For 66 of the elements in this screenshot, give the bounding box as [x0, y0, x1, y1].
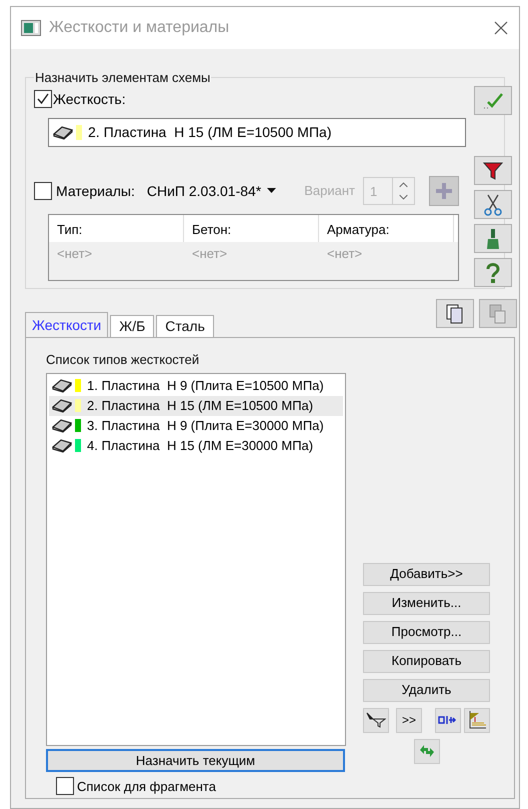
action-button[interactable]: Просмотр... [363, 620, 490, 644]
stiffness-value: 2. Пластина Н 15 (ЛМ Е=10500 МПа) [88, 123, 332, 142]
scissors-icon [483, 194, 503, 216]
filter-button[interactable] [474, 156, 512, 185]
variant-label: Вариант [304, 182, 356, 200]
select-filter-button[interactable] [363, 708, 389, 732]
checkmark-icon [482, 92, 504, 110]
action-button[interactable]: Изменить... [363, 592, 490, 614]
stiffness-label: Жесткость: [53, 90, 126, 108]
documents-icon [489, 304, 507, 324]
forward-button[interactable]: >> [396, 708, 422, 732]
column-header: Тип: [49, 215, 184, 242]
spacing-button[interactable] [435, 708, 461, 732]
table-cell-text: <нет> [191, 245, 228, 263]
stiffness-field[interactable]: 2. Пластина Н 15 (ЛМ Е=10500 МПа) [48, 118, 466, 147]
cut-button[interactable] [474, 190, 512, 219]
column-header: Бетон: [184, 215, 319, 242]
arrows-icon [418, 743, 436, 759]
item-label: 2. Пластина Н 15 (ЛМ Е=10500 МПа) [87, 396, 314, 415]
funnel-icon [483, 160, 503, 180]
tab[interactable]: Жесткости [25, 312, 108, 338]
documents-icon [446, 304, 464, 324]
help-button[interactable] [474, 258, 512, 287]
checkbox[interactable] [56, 777, 74, 796]
spacing-icon [438, 715, 458, 725]
checkbox[interactable] [34, 90, 52, 108]
brush-button[interactable] [474, 224, 512, 253]
caret-icon [267, 188, 276, 194]
plate-icon [52, 418, 72, 432]
table-cell-text: <нет> [326, 245, 364, 263]
chart-button[interactable] [464, 708, 490, 732]
item-label: 1. Пластина Н 9 (Плита Е=10500 МПа) [87, 376, 324, 395]
norm-dropdown[interactable]: СНиП 2.03.01-84* [146, 180, 276, 202]
assign-current-button[interactable]: Назначить текущим [46, 748, 345, 772]
list-item[interactable]: 3. Пластина Н 9 (Плита Е=30000 МПа) [49, 416, 343, 436]
checkbox[interactable] [34, 182, 52, 200]
column-header: Арматура: [319, 215, 454, 242]
question-icon [486, 262, 500, 282]
materials-label: Материалы: [56, 182, 135, 201]
tab[interactable]: Ж/Б [110, 315, 154, 337]
list-label: Список типов жесткостей [46, 351, 200, 369]
cursor-filter-icon [366, 712, 386, 728]
action-button[interactable]: Копировать [363, 650, 490, 672]
refresh-button[interactable] [414, 738, 440, 764]
list-item[interactable]: 4. Пластина Н 15 (ЛМ Е=30000 МПа) [49, 436, 343, 456]
action-button[interactable]: Добавить>> [363, 562, 490, 586]
tab[interactable]: Сталь [156, 315, 214, 337]
window-icon [21, 20, 41, 36]
list-item[interactable]: 1. Пластина Н 9 (Плита Е=10500 МПа) [49, 376, 343, 396]
item-label: 3. Пластина Н 9 (Плита Е=30000 МПа) [87, 416, 324, 435]
table-cell-text: <нет> [56, 245, 94, 263]
plate-icon [52, 378, 72, 392]
plate-icon [52, 398, 72, 412]
axes-icon [467, 710, 487, 730]
plus-icon [436, 183, 452, 199]
plate-icon [53, 126, 73, 140]
close-icon[interactable] [493, 20, 509, 36]
action-button[interactable]: Удалить [363, 678, 490, 702]
fragment-label: Список для фрагмента [77, 778, 216, 796]
confirm-button[interactable] [474, 86, 512, 115]
list-item[interactable]: 2. Пластина Н 15 (ЛМ Е=10500 МПа) [49, 396, 343, 416]
plate-icon [52, 438, 72, 452]
window-title: Жесткости и материалы [49, 18, 230, 38]
brush-icon [486, 228, 500, 250]
item-label: 4. Пластина Н 15 (ЛМ Е=30000 МПа) [87, 436, 314, 455]
copy-button[interactable] [436, 299, 474, 328]
